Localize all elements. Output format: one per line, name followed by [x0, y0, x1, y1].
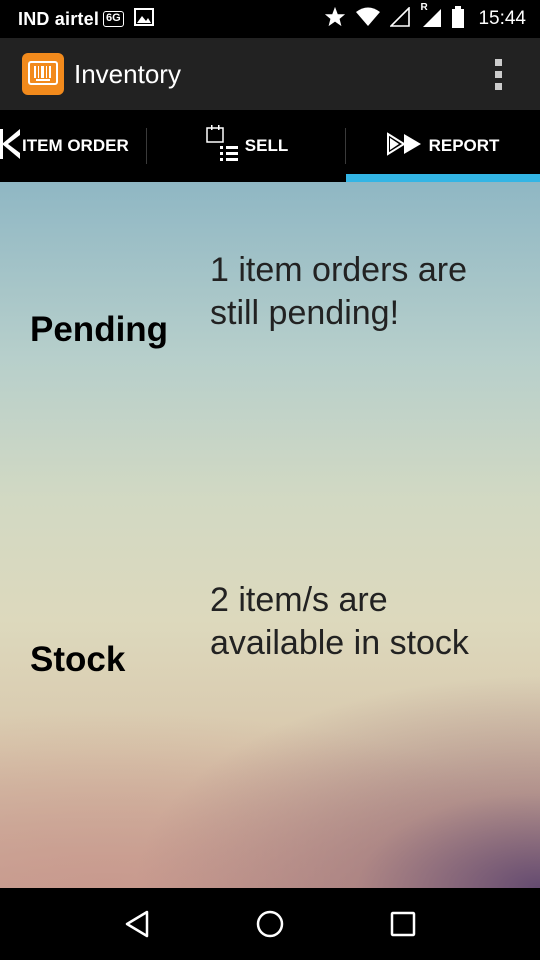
image-notification-icon — [133, 7, 154, 31]
stock-label: Stock — [30, 640, 126, 679]
tab-report-label: REPORT — [428, 136, 500, 155]
recents-square-icon[interactable] — [373, 894, 433, 954]
app-title: Inventory — [74, 58, 181, 89]
battery-icon — [452, 5, 465, 33]
overflow-menu-icon[interactable] — [476, 44, 520, 104]
tab-item-order[interactable]: ITEM ORDER — [0, 110, 147, 182]
wifi-icon — [356, 7, 381, 32]
report-panel: Pending 1 item orders are still pending!… — [0, 182, 540, 888]
system-nav-bar — [0, 888, 540, 960]
tab-item-order-label: ITEM ORDER — [22, 136, 129, 155]
back-arrow-icon — [0, 127, 20, 166]
stock-message: 2 item/s are available in stock — [210, 581, 469, 662]
network-badge-icon: 6G — [103, 11, 124, 27]
back-triangle-icon[interactable] — [107, 894, 167, 954]
home-circle-icon[interactable] — [240, 894, 300, 954]
tab-sell[interactable]: SELL — [147, 110, 346, 182]
action-bar: Inventory — [0, 38, 540, 110]
clock: 15:44 — [478, 8, 526, 29]
signal-icon — [389, 5, 411, 32]
status-bar: IND airtel 6G R 15:44 — [0, 0, 540, 38]
barcode-app-icon[interactable] — [22, 53, 64, 95]
tab-sell-label: SELL — [244, 136, 289, 155]
star-icon — [324, 6, 346, 33]
fast-forward-icon — [386, 131, 423, 161]
signal-roaming-icon: R — [420, 2, 442, 33]
tab-bar: ITEM ORDER SELL REPORT — [0, 110, 540, 182]
pending-label: Pending — [30, 310, 169, 349]
sell-list-icon — [205, 124, 239, 169]
pending-message: 1 item orders are still pending! — [210, 251, 467, 332]
roaming-indicator: R — [420, 1, 428, 13]
carrier-name: IND airtel — [18, 8, 100, 29]
active-tab-indicator — [346, 174, 540, 182]
status-icons: R 15:44 — [324, 2, 526, 33]
tab-report[interactable]: REPORT — [346, 110, 540, 182]
